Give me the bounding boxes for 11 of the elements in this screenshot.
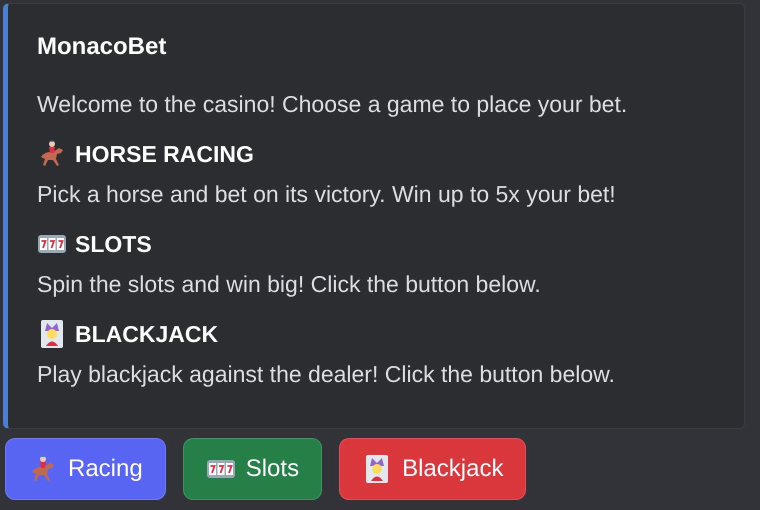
embed-description: Welcome to the casino! Choose a game to place your bet.	[37, 90, 628, 119]
game-button[interactable]: Slots	[182, 438, 322, 500]
game-heading: SLOTS	[75, 230, 152, 259]
game-heading: HORSE RACING	[75, 140, 254, 169]
embed-title: MonacoBet	[37, 32, 168, 62]
game-description: Spin the slots and win big! Click the button below.	[37, 270, 542, 299]
game-description: Pick a horse and bet on its victory. Win up to 5x your bet!	[37, 180, 617, 209]
game-button[interactable]: Racing	[5, 438, 166, 500]
game-heading: BLACKJACK	[75, 320, 218, 349]
game-description: Play blackjack against the dealer! Click the button below.	[37, 360, 616, 389]
game-button[interactable]: Blackjack	[339, 438, 526, 500]
